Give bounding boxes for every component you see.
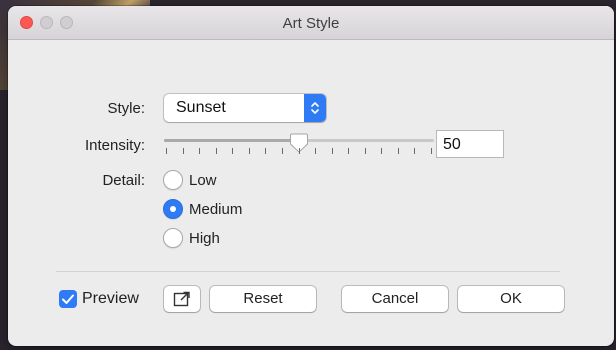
slider-tick [332,148,333,154]
open-external-button[interactable] [164,286,200,312]
intensity-slider-fill [164,139,299,142]
slider-tick [299,148,300,154]
cancel-button[interactable]: Cancel [342,286,448,312]
intensity-value: 50 [443,136,461,153]
slider-tick [265,148,266,154]
ok-button[interactable]: OK [458,286,564,312]
slider-tick [365,148,366,154]
slider-tick [216,148,217,154]
slider-tick [431,148,432,154]
slider-tick [348,148,349,154]
style-label: Style: [107,100,145,117]
checkmark-icon [62,294,74,304]
intensity-label: Intensity: [84,137,145,154]
detail-label: Detail: [102,172,145,189]
slider-tick [183,148,184,154]
preview-checkbox[interactable] [59,290,77,308]
slider-tick [249,148,250,154]
art-style-dialog: Art Style Style: Sunset Intensity: 50 De… [8,6,614,346]
intensity-value-field[interactable]: 50 [436,130,504,158]
select-arrows-icon [304,94,326,122]
slider-tick [315,148,316,154]
slider-tick [398,148,399,154]
detail-radio-low[interactable] [163,170,183,190]
preview-label[interactable]: Preview [82,290,139,308]
detail-option-low-label[interactable]: Low [189,172,217,189]
reset-button[interactable]: Reset [210,286,316,312]
style-select[interactable]: Sunset [164,94,326,122]
footer-divider [56,271,560,272]
slider-tick [414,148,415,154]
detail-option-high-label[interactable]: High [189,230,220,247]
detail-option-medium-label[interactable]: Medium [189,201,242,218]
slider-tick [381,148,382,154]
style-select-value: Sunset [176,99,226,116]
window-title: Art Style [282,15,340,32]
slider-tick [199,148,200,154]
detail-radio-high[interactable] [163,228,183,248]
slider-tick [282,148,283,154]
detail-radio-medium[interactable] [163,199,183,219]
slider-tick [232,148,233,154]
intensity-slider-ticks [166,148,432,156]
open-external-icon [173,291,190,307]
slider-tick [166,148,167,154]
title-bar: Art Style [8,6,614,40]
